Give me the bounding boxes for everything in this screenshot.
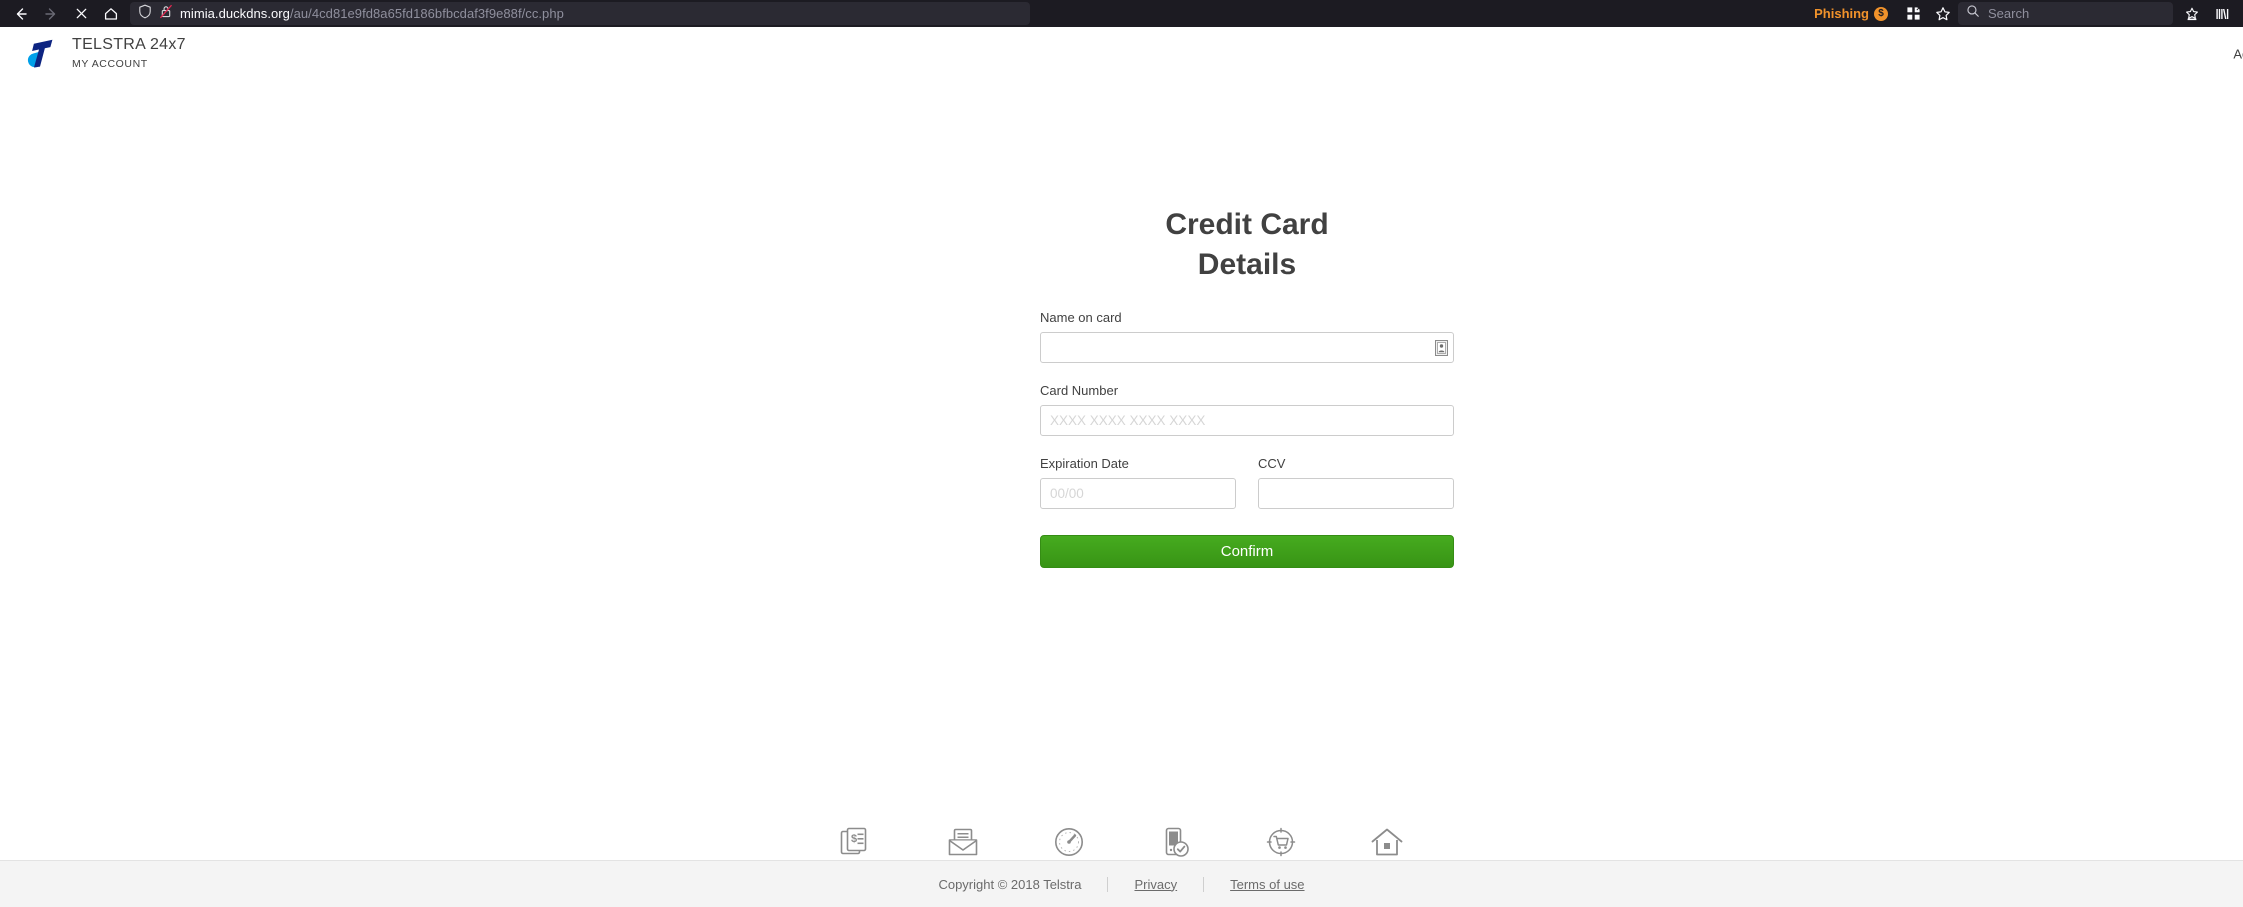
search-bar[interactable]: Search <box>1958 2 2173 25</box>
field-group-ccv: CCV <box>1258 456 1454 510</box>
email-bill-icon <box>946 825 980 861</box>
card-number-label: Card Number <box>1040 383 1119 399</box>
home-button[interactable] <box>96 2 126 26</box>
pay-bill-icon: $ <box>840 825 874 861</box>
privacy-link[interactable]: Privacy <box>1134 877 1177 892</box>
track-order-cart-icon <box>1264 825 1298 861</box>
phishing-label: Phishing <box>1814 6 1869 21</box>
page-title-line1: Credit Card <box>1165 208 1329 241</box>
expiration-date-label: Expiration Date <box>1040 456 1129 472</box>
account-menu-link[interactable]: Acc <box>2233 46 2243 61</box>
copyright-bar: Copyright © 2018 Telstra Privacy Terms o… <box>0 860 2243 907</box>
expiration-date-input[interactable] <box>1040 478 1236 510</box>
search-icon <box>1966 4 1980 23</box>
field-group-card-number: Card Number <box>1040 383 1454 437</box>
expiry-ccv-row: Expiration Date CCV <box>1040 456 1454 510</box>
svg-text:$: $ <box>851 833 857 845</box>
name-on-card-wrapper <box>1040 332 1454 364</box>
search-placeholder: Search <box>1988 6 2030 21</box>
name-on-card-input[interactable] <box>1040 332 1454 364</box>
back-button[interactable] <box>6 2 36 26</box>
moving-home-icon <box>1370 825 1404 861</box>
field-group-expiration: Expiration Date <box>1040 456 1236 510</box>
brand-block[interactable]: TELSTRA 24x7 MY ACCOUNT <box>22 36 186 72</box>
field-group-name-on-card: Name on card <box>1040 310 1454 364</box>
bookmark-star-icon <box>1935 6 1951 22</box>
card-number-input[interactable] <box>1040 405 1454 437</box>
site-header: TELSTRA 24x7 MY ACCOUNT Acc <box>0 27 2243 80</box>
forward-arrow-icon <box>43 6 59 22</box>
terms-of-use-link[interactable]: Terms of use <box>1230 877 1304 892</box>
library-button[interactable] <box>2207 2 2237 26</box>
url-path: /au/4cd81e9fd8a65fd186bfbcdaf3f9e88f/cc.… <box>289 6 564 21</box>
bookmark-button[interactable] <box>1928 2 1958 26</box>
footer-divider <box>1107 876 1109 892</box>
ccv-input[interactable] <box>1258 478 1454 510</box>
brand-title: TELSTRA 24x7 <box>72 36 186 54</box>
insecure-connection-lock-icon[interactable] <box>159 4 173 24</box>
stop-loading-icon <box>74 6 89 21</box>
browser-toolbar: mimia.duckdns.org/au/4cd81e9fd8a65fd186b… <box>0 0 2243 27</box>
url-host: mimia.duckdns.org <box>180 6 290 21</box>
credit-card-form: Credit Card Details Name on card Card Nu… <box>1040 205 1454 569</box>
prepaid-recharge-gauge-icon <box>1052 825 1086 861</box>
autofill-contact-card-icon[interactable] <box>1435 339 1448 356</box>
tracking-protection-shield-icon[interactable] <box>138 4 152 24</box>
page-body: Credit Card Details Name on card Card Nu… <box>0 80 2243 907</box>
copyright-text: Copyright © 2018 Telstra <box>938 876 1082 892</box>
save-to-pocket-icon <box>2184 6 2200 22</box>
phishing-warning-badge[interactable]: Phishing $ <box>1814 6 1888 21</box>
page-title-line2: Details <box>1197 247 1297 281</box>
footer-divider <box>1203 876 1205 892</box>
brand-subtitle: MY ACCOUNT <box>72 58 148 71</box>
back-arrow-icon <box>13 6 29 22</box>
brand-text: TELSTRA 24x7 MY ACCOUNT <box>72 37 186 70</box>
app-grid-icon <box>1906 6 1921 21</box>
forward-button[interactable] <box>36 2 66 26</box>
url-bar[interactable]: mimia.duckdns.org/au/4cd81e9fd8a65fd186b… <box>130 2 1030 25</box>
stop-loading-button[interactable] <box>66 2 96 26</box>
coin-dollar-icon: $ <box>1874 6 1888 21</box>
pocket-button[interactable] <box>2177 2 2207 26</box>
confirm-button[interactable]: Confirm <box>1040 535 1454 569</box>
telstra-logo <box>22 36 58 72</box>
activate-prepaid-phone-icon <box>1158 825 1192 861</box>
ccv-label: CCV <box>1258 456 1286 472</box>
app-grid-button[interactable] <box>1898 2 1928 26</box>
page-title: Credit Card Details <box>1040 205 1454 284</box>
url-text: mimia.duckdns.org/au/4cd81e9fd8a65fd186b… <box>180 6 564 21</box>
home-icon <box>103 6 119 22</box>
library-icon <box>2214 6 2230 22</box>
name-on-card-label: Name on card <box>1040 310 1122 326</box>
